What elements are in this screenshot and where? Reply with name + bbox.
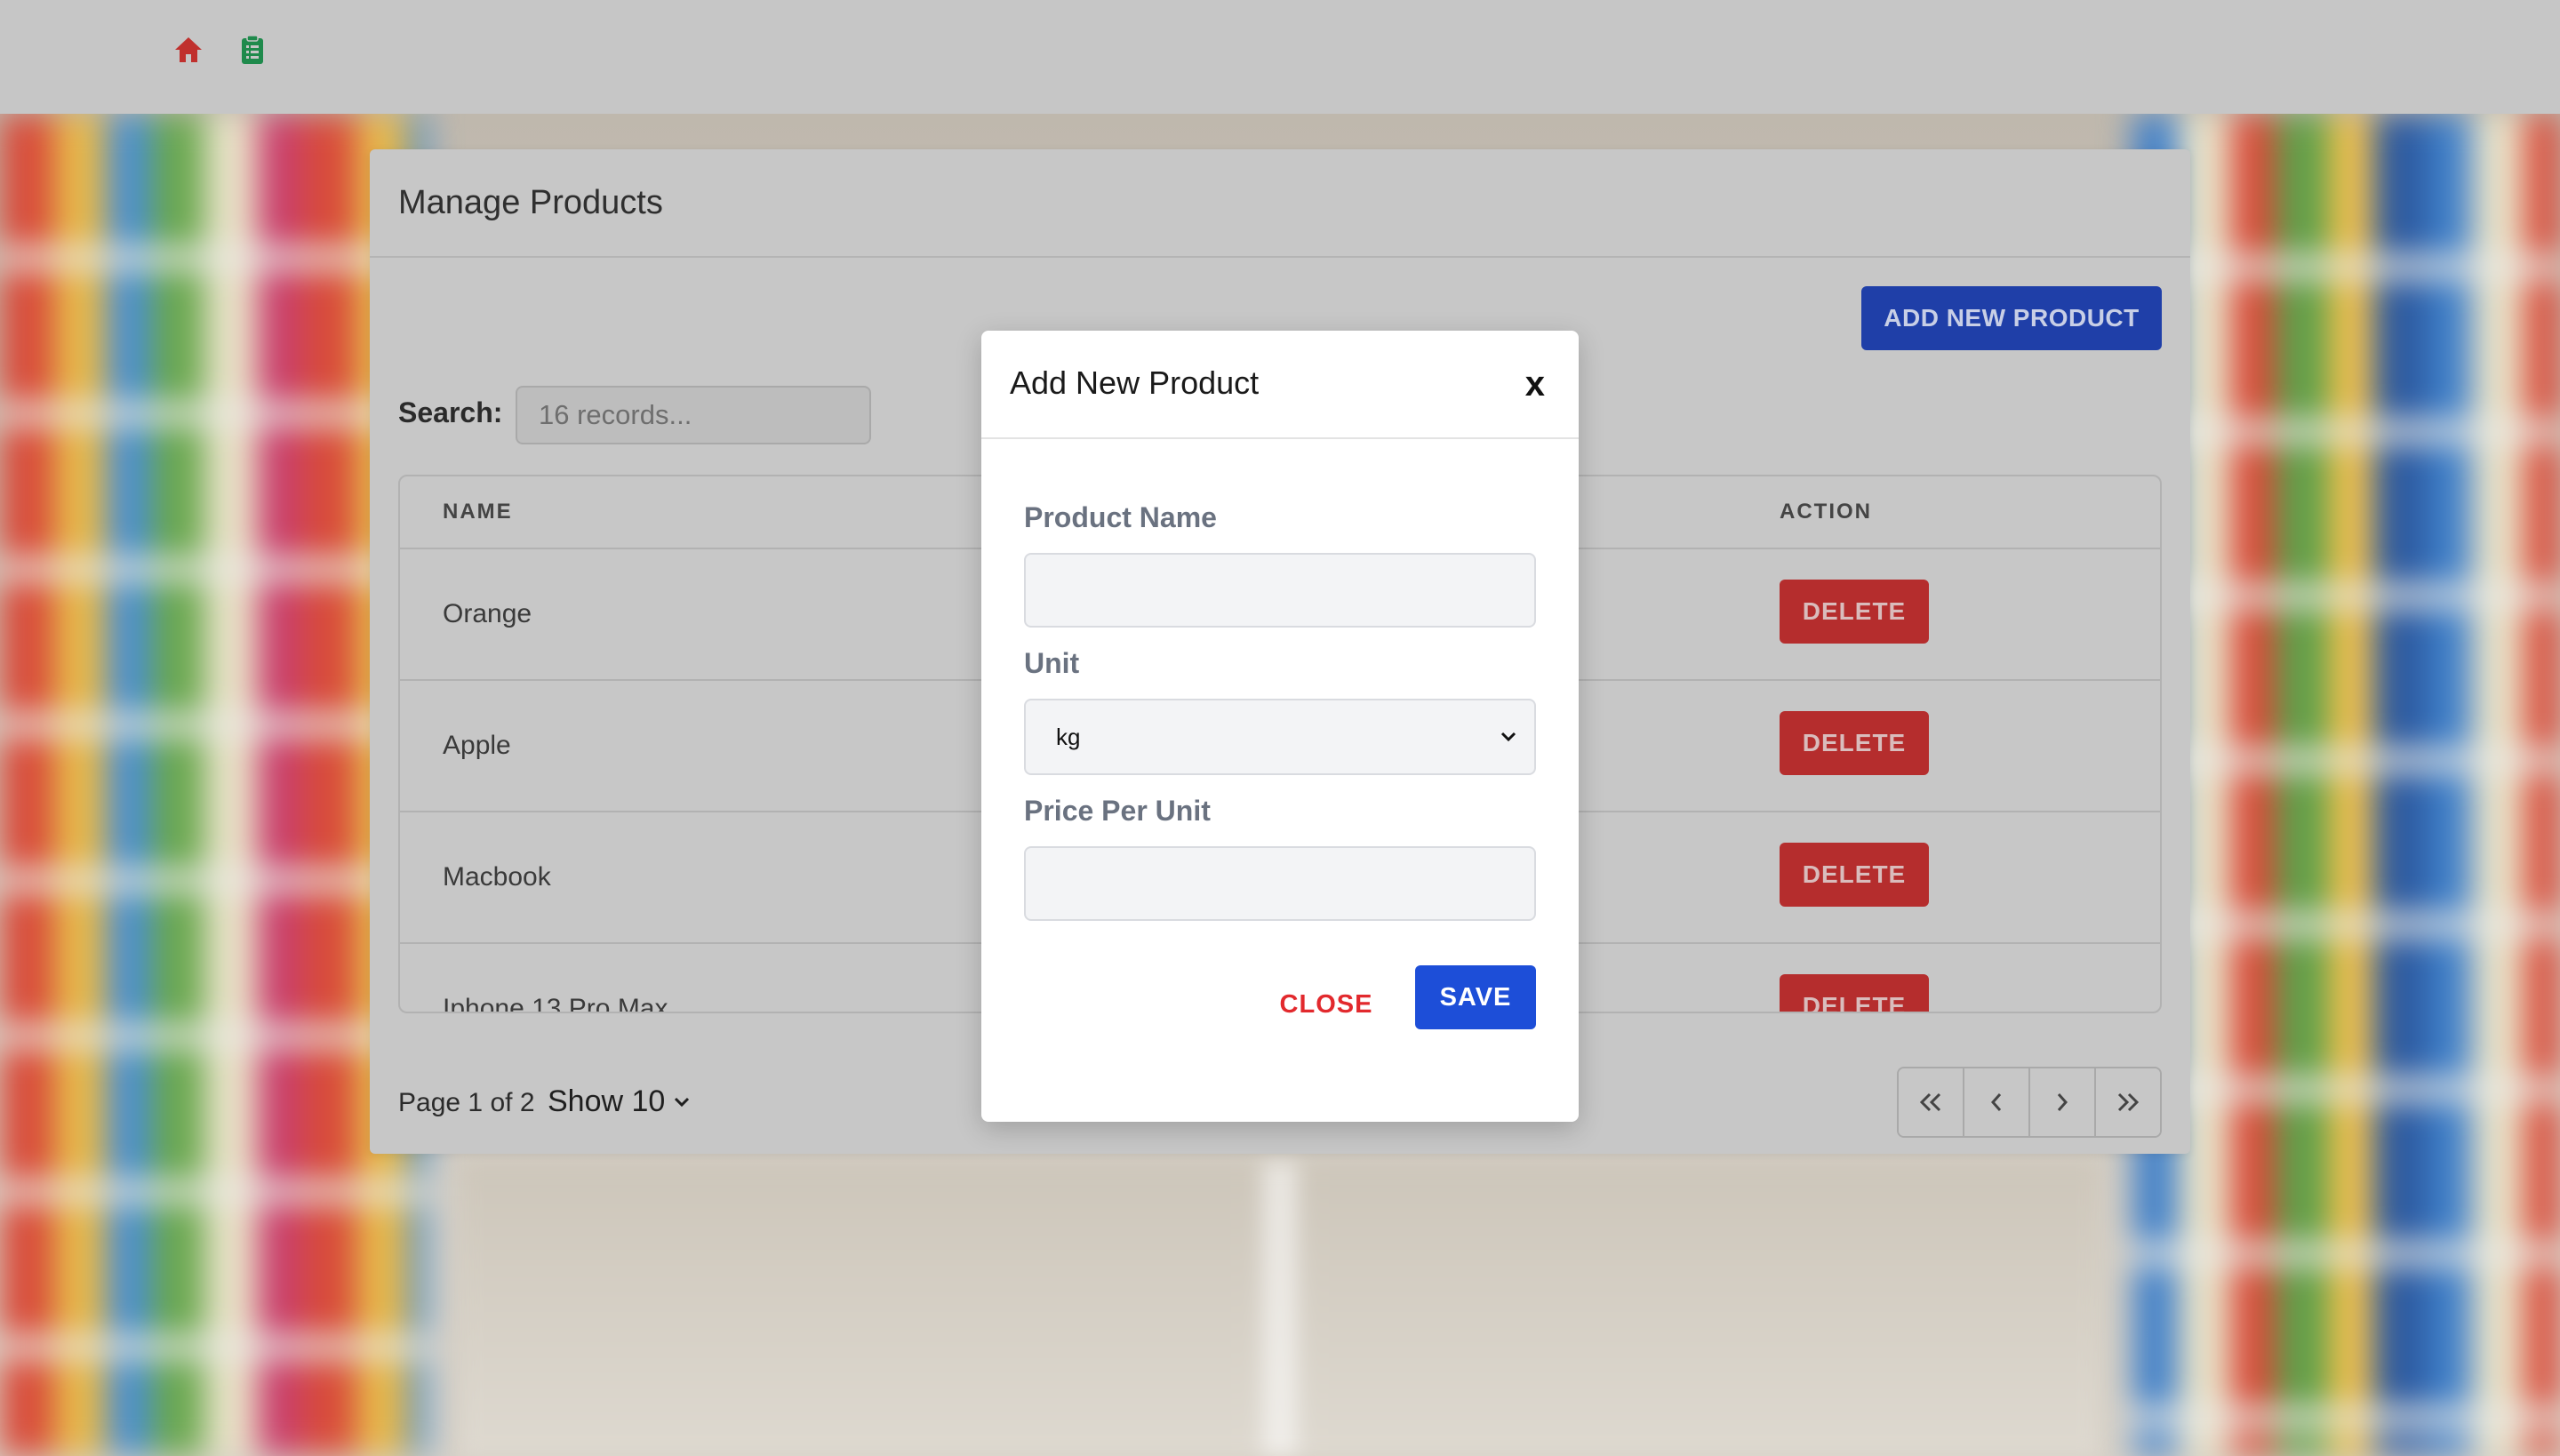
- right-shelf-image: [2133, 114, 2560, 1456]
- column-header-name: NAME: [443, 500, 513, 524]
- chevron-right-icon: [2057, 1093, 2068, 1111]
- product-name-cell: Apple: [443, 731, 511, 760]
- search-input[interactable]: [516, 386, 871, 444]
- page-of: of: [490, 1088, 513, 1117]
- column-header-action: ACTION: [1780, 500, 1872, 524]
- product-name-cell: Orange: [443, 599, 532, 628]
- price-per-unit-label: Price Per Unit: [1024, 795, 1211, 827]
- next-page-button[interactable]: [2030, 1068, 2096, 1136]
- modal-header: Add New Product x: [981, 331, 1579, 439]
- left-shelf-image: [0, 114, 427, 1456]
- delete-button[interactable]: DELETE: [1780, 580, 1929, 644]
- delete-button[interactable]: DELETE: [1780, 711, 1929, 775]
- double-chevron-right-icon: [2117, 1092, 2140, 1112]
- unit-select[interactable]: kg: [1024, 699, 1536, 775]
- save-button[interactable]: SAVE: [1415, 965, 1536, 1029]
- chevron-left-icon: [1990, 1093, 2002, 1111]
- page-current: 1: [468, 1088, 484, 1117]
- pagination-controls: [1897, 1067, 2162, 1138]
- chevron-down-icon: [1500, 732, 1516, 742]
- chevron-down-icon: [675, 1097, 690, 1107]
- aisle-floor-image: [462, 1163, 2098, 1456]
- close-button[interactable]: CLOSE: [1273, 972, 1380, 1036]
- unit-label: Unit: [1024, 647, 1080, 679]
- search-label: Search:: [398, 396, 503, 428]
- product-name-cell: Macbook: [443, 862, 551, 892]
- page-indicator: Page 1 of 2: [398, 1088, 535, 1118]
- product-name-label: Product Name: [1024, 501, 1217, 533]
- first-page-button[interactable]: [1899, 1068, 1964, 1136]
- page-total: 2: [519, 1088, 535, 1117]
- unit-selected-value: kg: [1056, 723, 1081, 750]
- add-product-modal: Add New Product x Product Name Unit kg P…: [981, 331, 1579, 1122]
- home-icon[interactable]: [171, 32, 206, 68]
- top-nav-bar: [0, 0, 2560, 114]
- delete-button[interactable]: DELETE: [1780, 843, 1929, 907]
- product-name-input[interactable]: [1024, 553, 1536, 628]
- last-page-button[interactable]: [2096, 1068, 2160, 1136]
- add-new-product-button[interactable]: ADD NEW PRODUCT: [1861, 286, 2162, 350]
- page-prefix: Page: [398, 1088, 461, 1117]
- price-per-unit-input[interactable]: [1024, 846, 1536, 921]
- page-size-label: Show 10: [548, 1084, 666, 1118]
- card-header: Manage Products: [370, 149, 2190, 258]
- clipboard-list-icon[interactable]: [235, 32, 270, 68]
- double-chevron-left-icon: [1919, 1092, 1941, 1112]
- product-name-cell: Iphone 13 Pro Max: [443, 994, 668, 1013]
- modal-title: Add New Product: [1010, 364, 1260, 401]
- modal-close-x-button[interactable]: x: [1525, 364, 1545, 404]
- page-size-select[interactable]: Show 10: [548, 1084, 690, 1119]
- page-title: Manage Products: [398, 183, 663, 221]
- prev-page-button[interactable]: [1964, 1068, 2030, 1136]
- delete-button[interactable]: DELETE: [1780, 974, 1929, 1012]
